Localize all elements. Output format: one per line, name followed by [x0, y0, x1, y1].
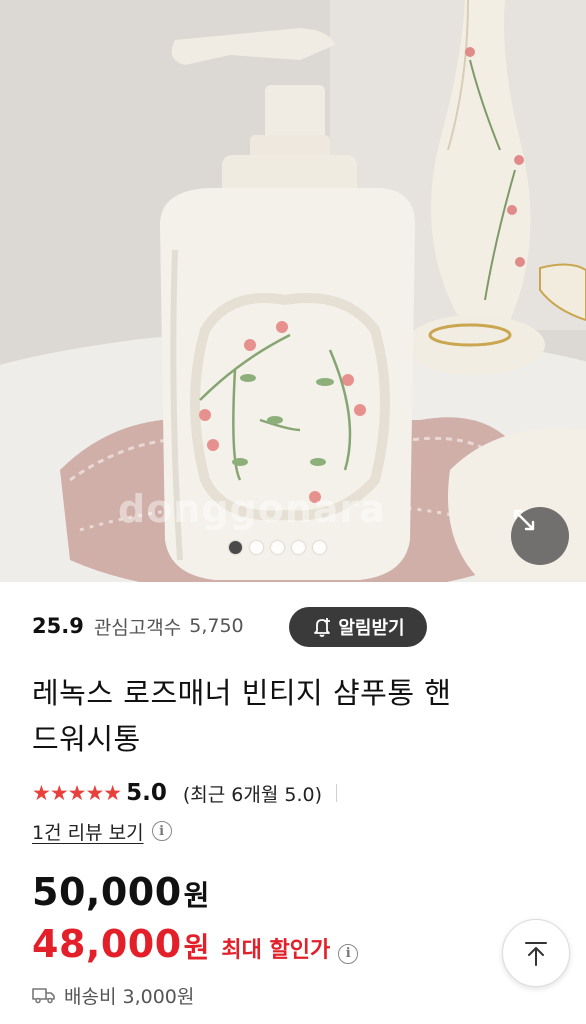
rating-number: 25.9 — [32, 614, 84, 638]
star-rating-icon: ★★★★★ — [32, 781, 122, 805]
carousel-dot[interactable] — [313, 541, 326, 554]
alert-button-label: 알림받기 — [338, 618, 405, 639]
max-discount-label: 최대 할인가 — [221, 938, 331, 963]
bell-plus-icon — [314, 618, 331, 637]
product-title: 레녹스 로즈매너 빈티지 샴푸통 핸 드워시통 — [32, 670, 562, 762]
stats-row: 25.9 관심고객수 5,750 — [32, 607, 244, 645]
original-price: 50,000 원 — [32, 870, 209, 914]
view-reviews-link[interactable]: 1건 리뷰 보기 — [32, 818, 144, 845]
expand-arrows-icon — [513, 509, 535, 531]
sale-price: 48,000 원 최대 할인가 i — [32, 922, 359, 966]
shipping-fee: 배송비 3,000원 — [64, 985, 195, 1008]
sale-price-unit: 원 — [183, 931, 210, 964]
shipping-info: 배송비 3,000원 — [32, 980, 194, 1010]
interest-count: 5,750 — [189, 615, 244, 637]
product-image-carousel[interactable]: donggonara — [0, 0, 586, 582]
watermark: donggonara — [118, 487, 386, 531]
info-icon[interactable]: i — [151, 821, 172, 841]
original-price-value: 50,000 — [32, 870, 182, 914]
recent-rating: (최근 6개월 5.0) — [182, 783, 323, 806]
alert-subscribe-button[interactable]: 알림받기 — [289, 607, 427, 647]
carousel-dot[interactable] — [292, 541, 305, 554]
truck-icon — [32, 988, 55, 1004]
review-score: 5.0 — [126, 780, 167, 806]
sale-price-value: 48,000 — [32, 922, 182, 966]
carousel-dot[interactable] — [250, 541, 263, 554]
interest-label: 관심고객수 — [93, 616, 182, 639]
expand-image-button[interactable] — [511, 507, 569, 565]
info-icon[interactable]: i — [338, 943, 359, 964]
original-price-unit: 원 — [183, 879, 210, 912]
arrow-up-icon — [525, 942, 547, 966]
carousel-indicator — [229, 541, 326, 554]
product-title-line: 드워시통 — [32, 722, 141, 756]
product-title-line: 레녹스 로즈매너 빈티지 샴푸통 핸 — [32, 676, 452, 710]
carousel-dot[interactable] — [229, 541, 242, 554]
divider — [336, 784, 338, 802]
scroll-to-top-button[interactable] — [502, 919, 570, 987]
carousel-dot[interactable] — [271, 541, 284, 554]
review-link-row: 1건 리뷰 보기 i — [32, 816, 172, 846]
review-summary: ★★★★★ 5.0 (최근 6개월 5.0) — [32, 776, 338, 810]
